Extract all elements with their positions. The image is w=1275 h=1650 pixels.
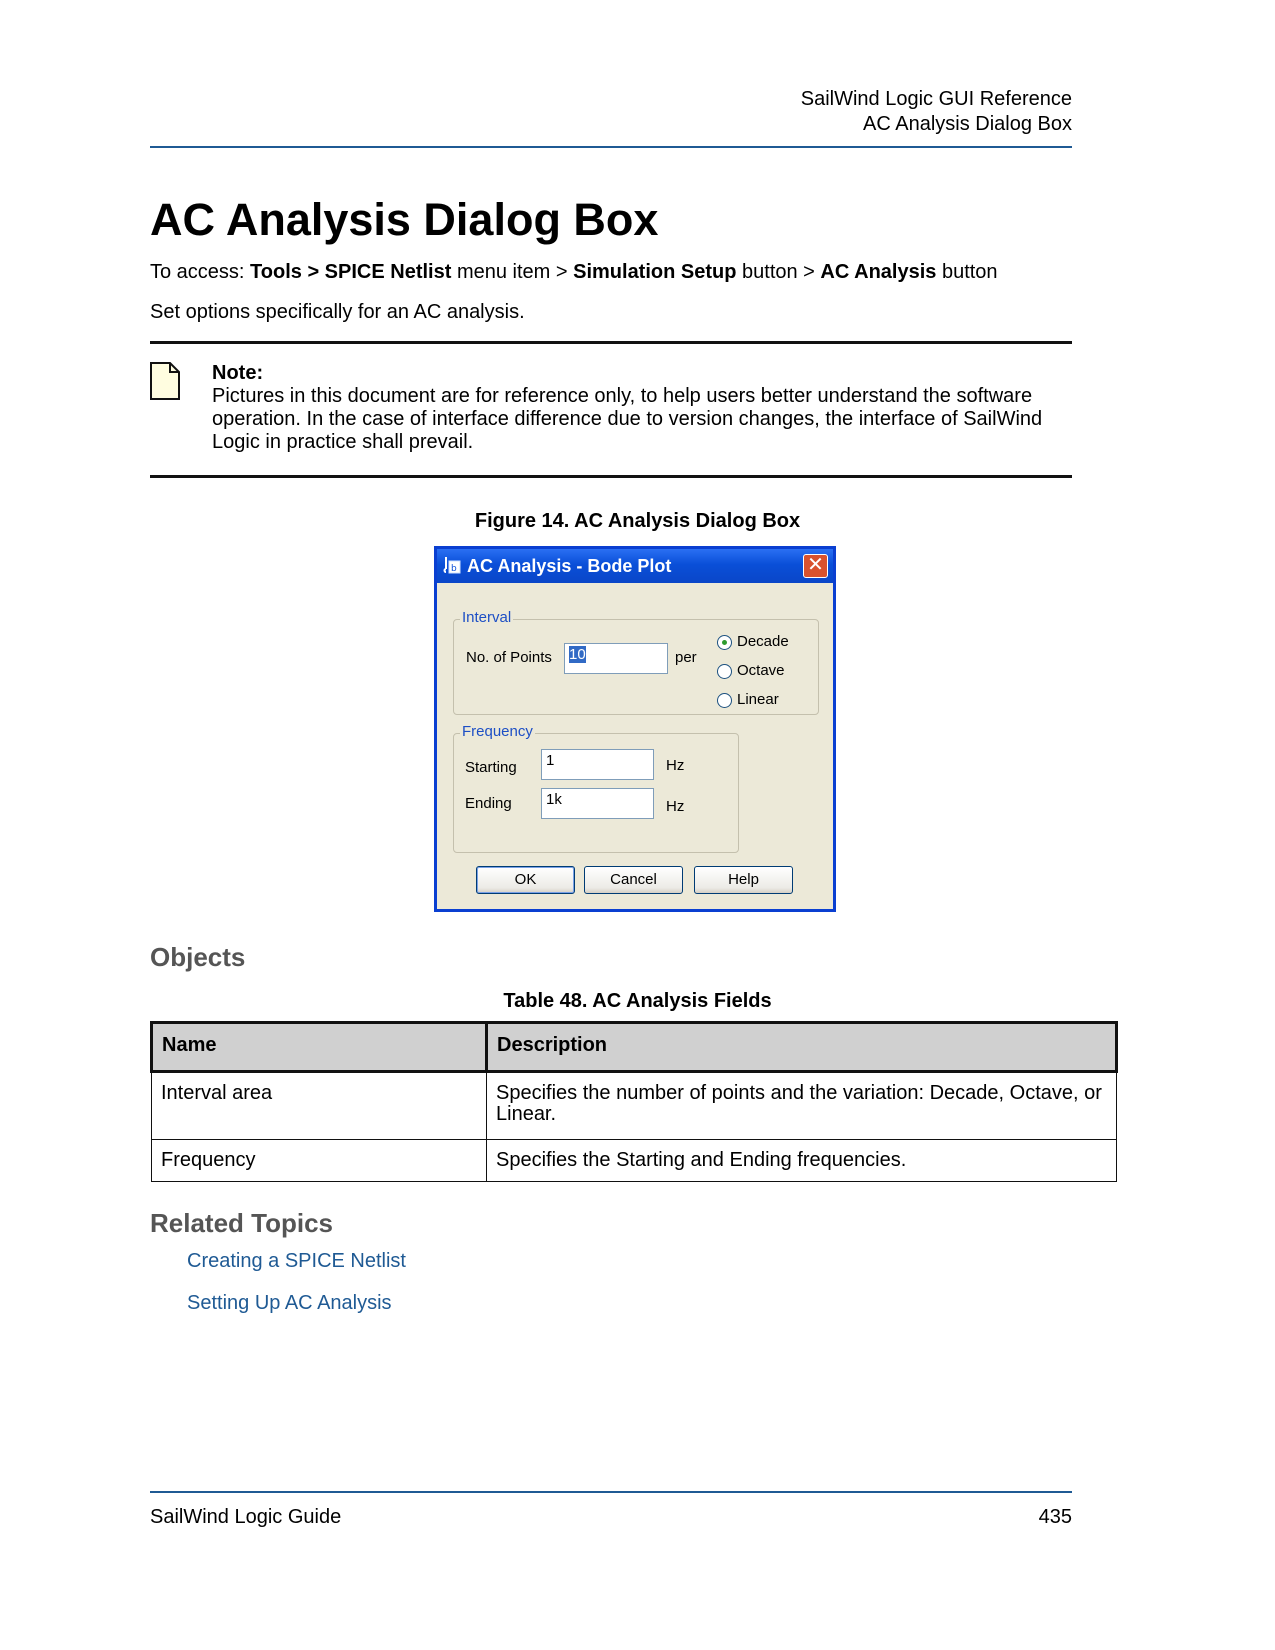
per-label: per	[675, 649, 697, 666]
column-header-description: Description	[485, 1021, 1118, 1073]
interval-group-label: Interval	[460, 609, 514, 626]
row-description: Specifies the number of points and the v…	[486, 1071, 1117, 1140]
access-mid2: button >	[736, 261, 821, 283]
starting-unit: Hz	[666, 757, 685, 774]
figure-caption: Figure 14. AC Analysis Dialog Box	[474, 510, 801, 532]
intro-text: Set options specifically for an AC analy…	[150, 301, 525, 323]
link-setting-up-ac-analysis[interactable]: Setting Up AC Analysis	[187, 1292, 392, 1315]
close-icon[interactable]: ✕	[803, 554, 828, 578]
ending-input[interactable]: 1k	[541, 788, 654, 819]
ending-unit: Hz	[666, 798, 685, 815]
cancel-button[interactable]: Cancel	[584, 866, 683, 894]
row-name: Frequency	[151, 1139, 487, 1182]
dialog-titlebar[interactable]: b AC Analysis - Bode Plot ✕	[437, 549, 833, 583]
note-top-rule	[150, 341, 1072, 344]
note-heading: Note:	[212, 362, 264, 384]
fields-table: Name Description Interval area Specifies…	[150, 1021, 1118, 1182]
radio-selected-dot	[722, 640, 727, 645]
table-row: Frequency Specifies the Starting and End…	[151, 1139, 1117, 1182]
page-number: 435	[1038, 1506, 1072, 1528]
access-path: To access: Tools > SPICE Netlist menu it…	[150, 261, 998, 284]
table-row: Interval area Specifies the number of po…	[151, 1071, 1117, 1140]
header-section-title: AC Analysis Dialog Box	[863, 113, 1072, 135]
table-caption: Table 48. AC Analysis Fields	[503, 990, 772, 1012]
ok-button[interactable]: OK	[476, 866, 575, 894]
column-header-name: Name	[150, 1021, 488, 1073]
access-prefix: To access:	[150, 261, 251, 283]
access-button-simulation-setup: Simulation Setup	[573, 261, 737, 283]
access-suffix: button	[936, 261, 998, 283]
page-title: AC Analysis Dialog Box	[150, 194, 659, 245]
points-value: 10	[569, 646, 586, 663]
note-text: Pictures in this document are for refere…	[212, 385, 1043, 453]
frequency-group-label: Frequency	[460, 723, 535, 740]
note-bottom-rule	[150, 475, 1072, 478]
footer-guide-title: SailWind Logic Guide	[150, 1506, 342, 1528]
row-description: Specifies the Starting and Ending freque…	[486, 1139, 1117, 1182]
dialog-title: AC Analysis - Bode Plot	[467, 556, 672, 576]
app-icon: b	[443, 555, 461, 575]
octave-radio[interactable]	[717, 664, 732, 679]
points-label: No. of Points	[466, 649, 552, 666]
linear-label[interactable]: Linear	[737, 691, 779, 708]
header-rule	[150, 146, 1072, 148]
starting-label: Starting	[465, 759, 517, 776]
octave-label[interactable]: Octave	[737, 662, 785, 679]
points-input[interactable]: 10	[564, 643, 668, 674]
footer-rule	[150, 1491, 1072, 1493]
header-doc-title: SailWind Logic GUI Reference	[800, 88, 1072, 110]
ending-label: Ending	[465, 795, 512, 812]
link-creating-spice-netlist[interactable]: Creating a SPICE Netlist	[187, 1250, 406, 1273]
note-icon	[150, 362, 180, 400]
related-topics-heading: Related Topics	[150, 1208, 334, 1238]
ac-analysis-dialog: b AC Analysis - Bode Plot ✕ Interval No.…	[434, 546, 836, 912]
linear-radio[interactable]	[717, 693, 732, 708]
svg-text:b: b	[451, 564, 457, 574]
decade-radio[interactable]	[717, 635, 732, 650]
row-name: Interval area	[151, 1071, 487, 1140]
table-header-row: Name Description	[150, 1021, 1118, 1073]
help-button[interactable]: Help	[694, 866, 793, 894]
decade-label[interactable]: Decade	[737, 633, 789, 650]
starting-input[interactable]: 1	[541, 749, 654, 780]
objects-heading: Objects	[150, 942, 246, 972]
access-button-ac-analysis: AC Analysis	[820, 261, 937, 283]
access-menu-path: Tools > SPICE Netlist	[250, 261, 452, 283]
access-mid1: menu item >	[451, 261, 574, 283]
